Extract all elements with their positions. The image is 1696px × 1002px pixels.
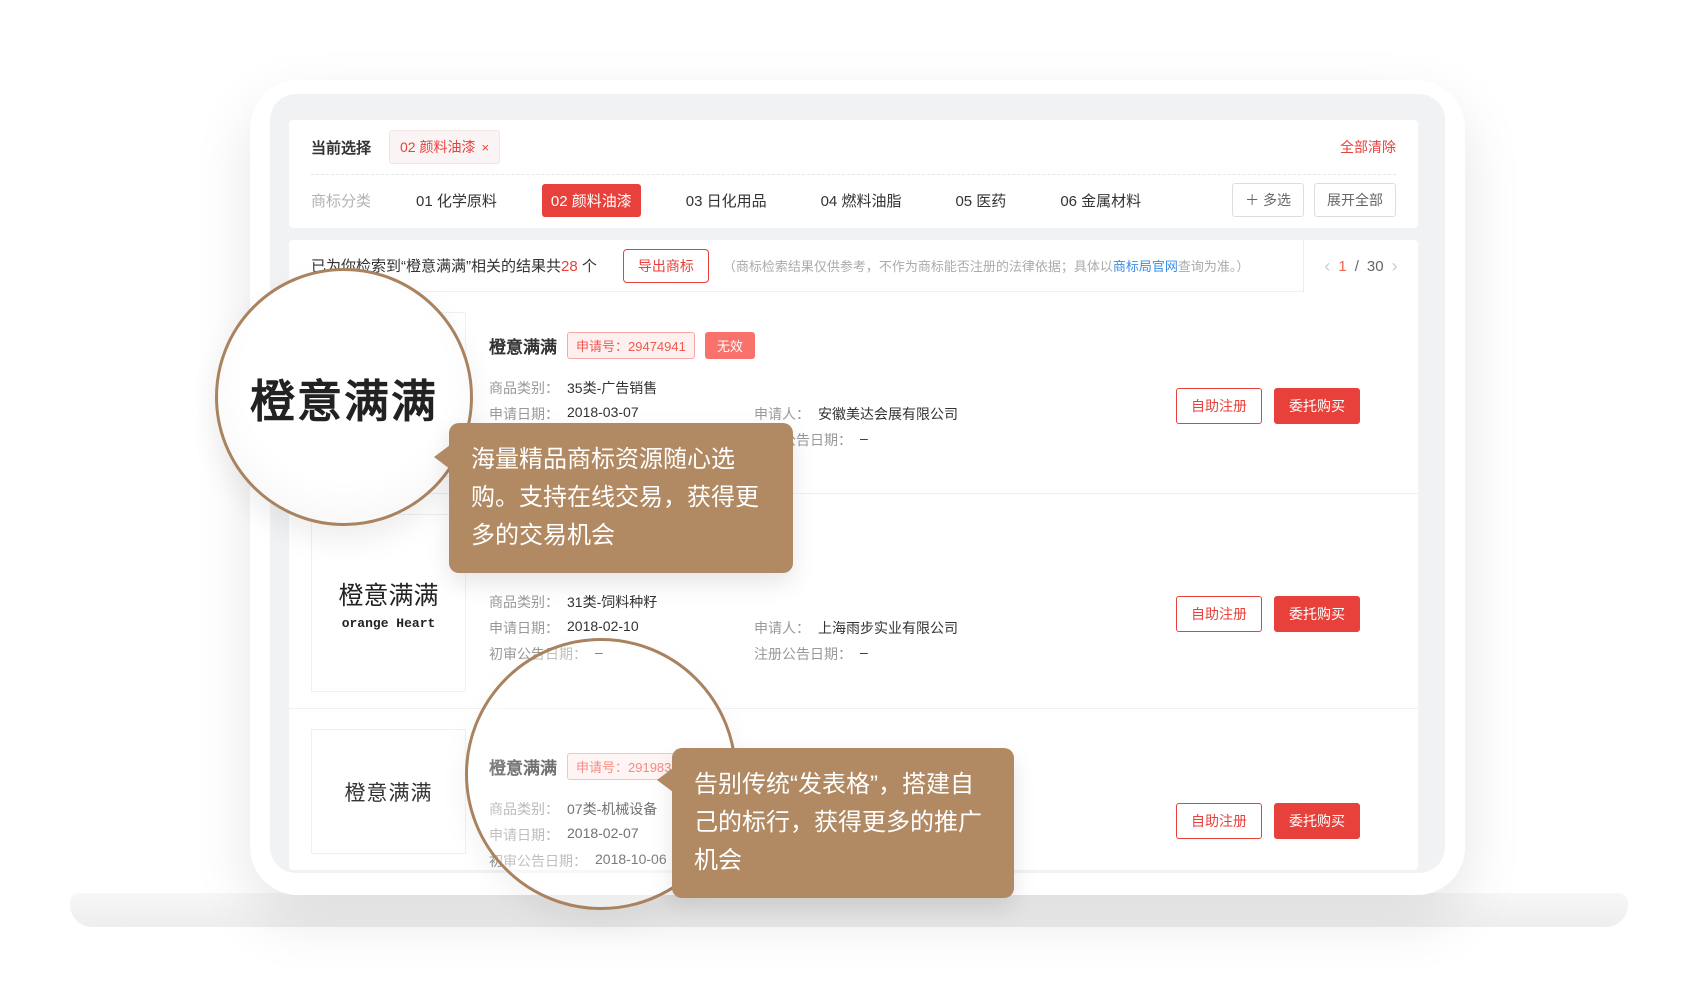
category-value: 07类-机械设备 [567,799,657,819]
tooltip-marketplace: 海量精品商标资源随心选购。支持在线交易，获得更多的交易机会 [449,423,793,573]
trademark-name[interactable]: 橙意满满 [489,754,557,779]
prev-page-icon[interactable]: ‹ [1324,256,1330,277]
expand-all-button[interactable]: 展开全部 [1314,183,1396,217]
trademark-image: 橙意满满 [311,729,466,854]
tooltip-text: 告别传统“发表格”，搭建自己的标行，获得更多的推广机会 [694,771,982,874]
tooltip-promotion: 告别传统“发表格”，搭建自己的标行，获得更多的推广机会 [672,748,1014,898]
tab-category-05[interactable]: 05 医药 [946,184,1015,217]
trademark-office-link[interactable]: 商标局官网 [1113,259,1178,274]
current-page: 1 [1338,258,1346,275]
next-page-icon[interactable]: › [1392,256,1398,277]
category-actions: ＋ 多选 展开全部 [1232,183,1396,217]
page-separator: / [1355,258,1359,275]
self-register-button[interactable]: 自助注册 [1176,803,1262,839]
clear-all-link[interactable]: 全部清除 [1340,137,1396,157]
category-row: 商标分类 01 化学原料 02 颜料油漆 03 日化用品 04 燃料油脂 05 … [311,174,1396,226]
first-pub-value: – [595,644,603,664]
tooltip-tail-icon [434,445,450,469]
first-pub-value: 2018-10-06 [595,851,667,870]
trademark-image: 橙意满满 orange Heart [311,514,466,692]
laptop-base [70,893,1628,927]
entrust-buy-button[interactable]: 委托购买 [1274,803,1360,839]
results-count: 28 [561,258,578,275]
selected-filter-tag[interactable]: 02 颜料油漆 × [389,130,500,164]
reg-pub-value: – [860,644,868,664]
trademark-image-subtext: orange Heart [342,616,436,631]
page: 当前选择 02 颜料油漆 × 全部清除 商标分类 01 化学原料 02 颜料油漆… [0,0,1696,1002]
total-pages: 30 [1367,258,1384,275]
trademark-image-text: 橙意满满 [345,777,433,807]
tooltip-text: 海量精品商标资源随心选购。支持在线交易，获得更多的交易机会 [471,446,759,549]
tab-category-04[interactable]: 04 燃料油脂 [812,184,911,217]
tab-category-02-active[interactable]: 02 颜料油漆 [542,184,641,217]
tab-category-03[interactable]: 03 日化用品 [677,184,776,217]
trademark-name[interactable]: 橙意满满 [489,333,557,358]
tab-category-01[interactable]: 01 化学原料 [407,184,506,217]
self-register-button[interactable]: 自助注册 [1176,596,1262,632]
status-badge: 无效 [705,332,755,359]
magnified-trademark-text: 橙意满满 [250,365,438,430]
results-disclaimer: （商标检索结果仅供参考，不作为商标能否注册的法律依据；具体以商标局官网查询为准。… [723,256,1250,275]
apply-date-value: 2018-03-07 [567,404,639,424]
results-header: 已为你检索到“橙意满满”相关的结果共28 个 导出商标 （商标检索结果仅供参考，… [289,240,1418,292]
tooltip-tail-icon [657,768,673,792]
selected-filter-tag-label: 02 颜料油漆 [400,137,475,157]
category-value: 31类-饲料种籽 [567,592,657,612]
filter-card: 当前选择 02 颜料油漆 × 全部清除 商标分类 01 化学原料 02 颜料油漆… [289,120,1418,228]
applicant-value: 上海雨步实业有限公司 [818,618,958,638]
apply-date-value: 2018-02-10 [567,618,639,638]
close-icon[interactable]: × [481,140,489,155]
application-number-badge: 申请号：29474941 [567,332,695,359]
entrust-buy-button[interactable]: 委托购买 [1274,388,1360,424]
pagination: ‹ 1 / 30 › [1303,240,1418,292]
category-value: 35类-广告销售 [567,378,657,398]
applicant-value: 安徽美达会展有限公司 [818,404,958,424]
self-register-button[interactable]: 自助注册 [1176,388,1262,424]
entrust-buy-button[interactable]: 委托购买 [1274,596,1360,632]
apply-date-value: 2018-02-07 [567,825,639,845]
current-selection-row: 当前选择 02 颜料油漆 × 全部清除 [311,120,1396,174]
current-selection-label: 当前选择 [311,137,371,158]
reg-pub-value: – [860,430,868,450]
trademark-image-text: 橙意满满 [338,576,438,612]
category-row-label: 商标分类 [311,190,371,211]
multi-select-button[interactable]: ＋ 多选 [1232,183,1304,217]
export-trademarks-button[interactable]: 导出商标 [623,249,709,283]
magnifier-circle-top: 橙意满满 [215,268,473,526]
tab-category-06[interactable]: 06 金属材料 [1051,184,1150,217]
